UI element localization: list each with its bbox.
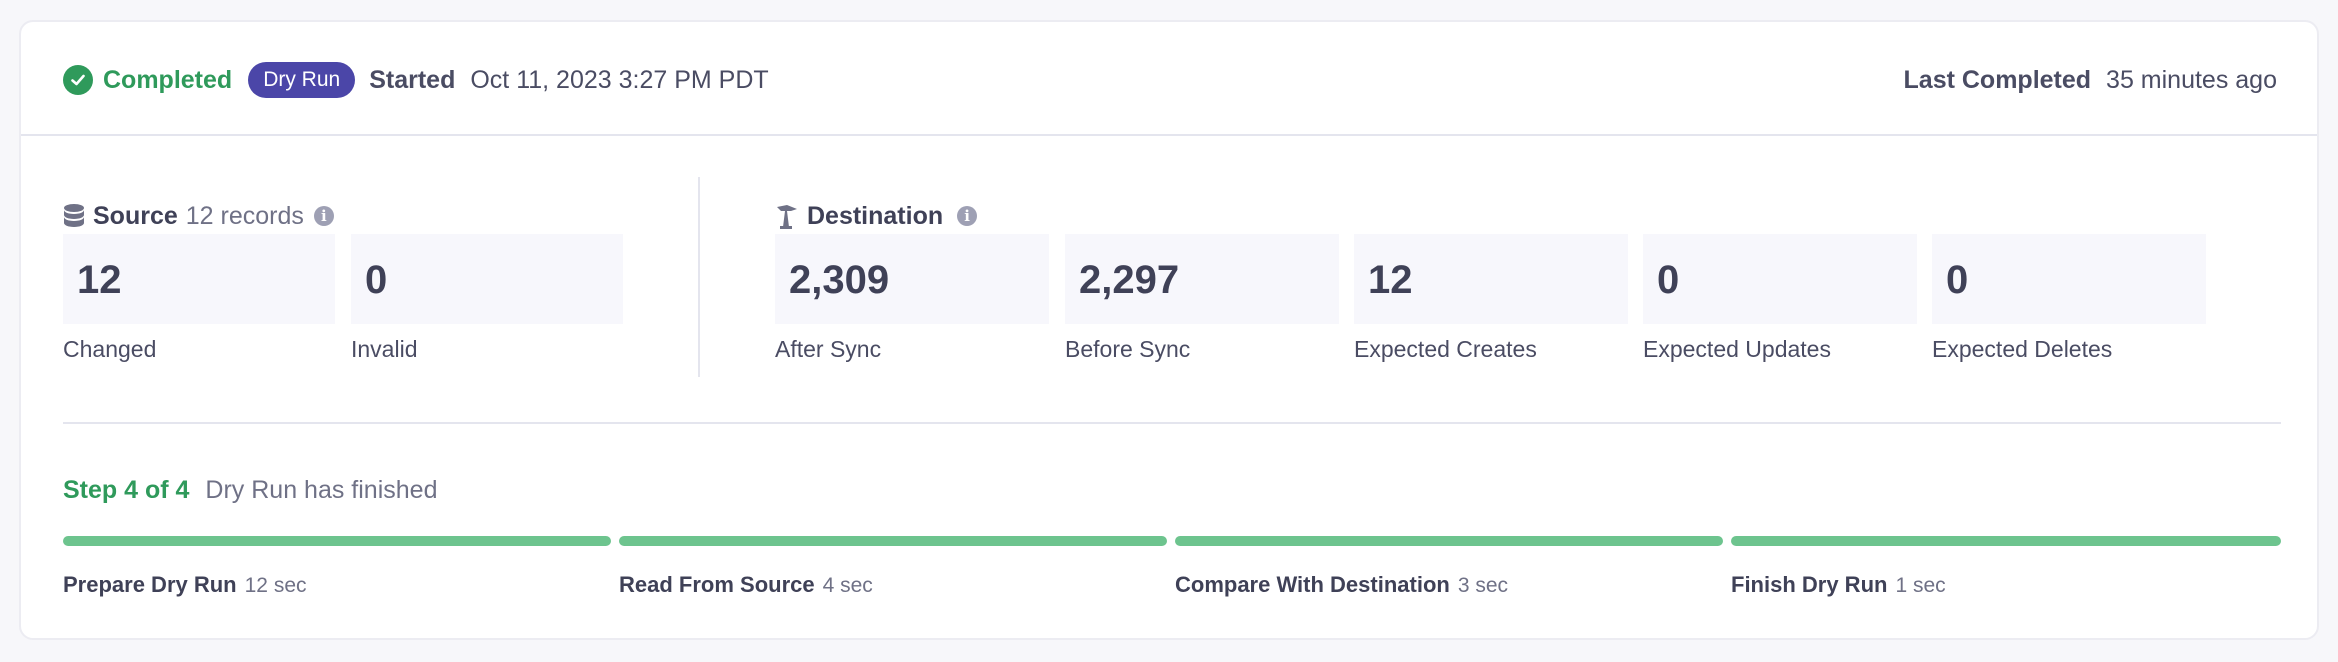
phase-name: Finish Dry Run bbox=[1731, 572, 1888, 597]
stat-expected-creates: 12 bbox=[1354, 234, 1628, 324]
stat-label: After Sync bbox=[775, 336, 882, 362]
started-value: Oct 11, 2023 3:27 PM PDT bbox=[470, 65, 769, 94]
stat-after-sync: 2,309 bbox=[775, 234, 1049, 324]
progress-bar-read bbox=[619, 536, 1167, 546]
phase-name: Compare With Destination bbox=[1175, 572, 1450, 597]
run-status: Completed Dry Run Started Oct 11, 2023 3… bbox=[63, 60, 769, 100]
phase-time: 1 sec bbox=[1895, 574, 1946, 597]
last-completed-label: Last Completed bbox=[1903, 65, 2092, 94]
check-circle-icon bbox=[63, 65, 93, 95]
status-label: Completed bbox=[103, 65, 233, 94]
last-completed-value: 35 minutes ago bbox=[2106, 65, 2277, 94]
phase-time: 4 sec bbox=[822, 574, 873, 597]
phase-prepare: Prepare Dry Run 12 sec bbox=[63, 572, 307, 604]
stat-changed: 12 bbox=[63, 234, 335, 324]
stat-label: Invalid bbox=[351, 336, 418, 362]
stat-label: Expected Creates bbox=[1354, 336, 1537, 362]
stat-label: Expected Updates bbox=[1643, 336, 1831, 362]
info-icon[interactable]: i bbox=[313, 206, 334, 226]
progress-bar-compare bbox=[1175, 536, 1723, 546]
step-description: Dry Run has finished bbox=[205, 475, 438, 504]
step-indicator: Step 4 of 4 Dry Run has finished bbox=[63, 474, 437, 506]
stat-label: Expected Deletes bbox=[1932, 336, 2113, 362]
phase-name: Prepare Dry Run bbox=[63, 572, 237, 597]
last-completed: Last Completed 35 minutes ago bbox=[1904, 60, 2277, 100]
progress-divider bbox=[63, 422, 2281, 424]
stat-value: 2,297 bbox=[1079, 258, 1180, 302]
stat-invalid: 0 bbox=[351, 234, 623, 324]
stat-expected-deletes: 0 bbox=[1932, 234, 2206, 324]
stat-value: 2,309 bbox=[789, 258, 890, 302]
info-icon[interactable]: i bbox=[957, 206, 978, 226]
destination-icon bbox=[775, 203, 799, 229]
phase-compare: Compare With Destination 3 sec bbox=[1175, 572, 1508, 604]
stat-value: 0 bbox=[1657, 258, 1680, 302]
stat-value: 12 bbox=[77, 258, 122, 302]
stat-value: 0 bbox=[1946, 258, 1969, 302]
destination-title: Destination bbox=[807, 201, 944, 230]
destination-heading: Destination i bbox=[775, 200, 978, 232]
phase-read: Read From Source 4 sec bbox=[619, 572, 873, 604]
source-title: Source bbox=[93, 201, 178, 230]
source-heading: Source 12 records i bbox=[63, 200, 334, 232]
phase-time: 3 sec bbox=[1457, 574, 1509, 597]
database-icon bbox=[63, 203, 85, 229]
progress-bar-prepare bbox=[63, 536, 611, 546]
dry-run-badge: Dry Run bbox=[248, 62, 356, 98]
sync-summary-card: Completed Dry Run Started Oct 11, 2023 3… bbox=[19, 20, 2319, 640]
source-records: 12 records bbox=[185, 201, 304, 230]
stat-before-sync: 2,297 bbox=[1065, 234, 1339, 324]
stat-label: Changed bbox=[63, 336, 157, 362]
phase-finish: Finish Dry Run 1 sec bbox=[1731, 572, 1946, 604]
stat-label: Before Sync bbox=[1065, 336, 1191, 362]
progress-bar-finish bbox=[1731, 536, 2281, 546]
section-divider bbox=[698, 177, 700, 377]
stat-value: 12 bbox=[1368, 258, 1413, 302]
run-header: Completed Dry Run Started Oct 11, 2023 3… bbox=[21, 22, 2317, 136]
started-label: Started bbox=[369, 65, 456, 94]
phase-name: Read From Source bbox=[619, 572, 815, 597]
step-number: Step 4 of 4 bbox=[63, 475, 190, 504]
stat-value: 0 bbox=[365, 258, 388, 302]
stat-expected-updates: 0 bbox=[1643, 234, 1917, 324]
phase-time: 12 sec bbox=[244, 574, 307, 597]
